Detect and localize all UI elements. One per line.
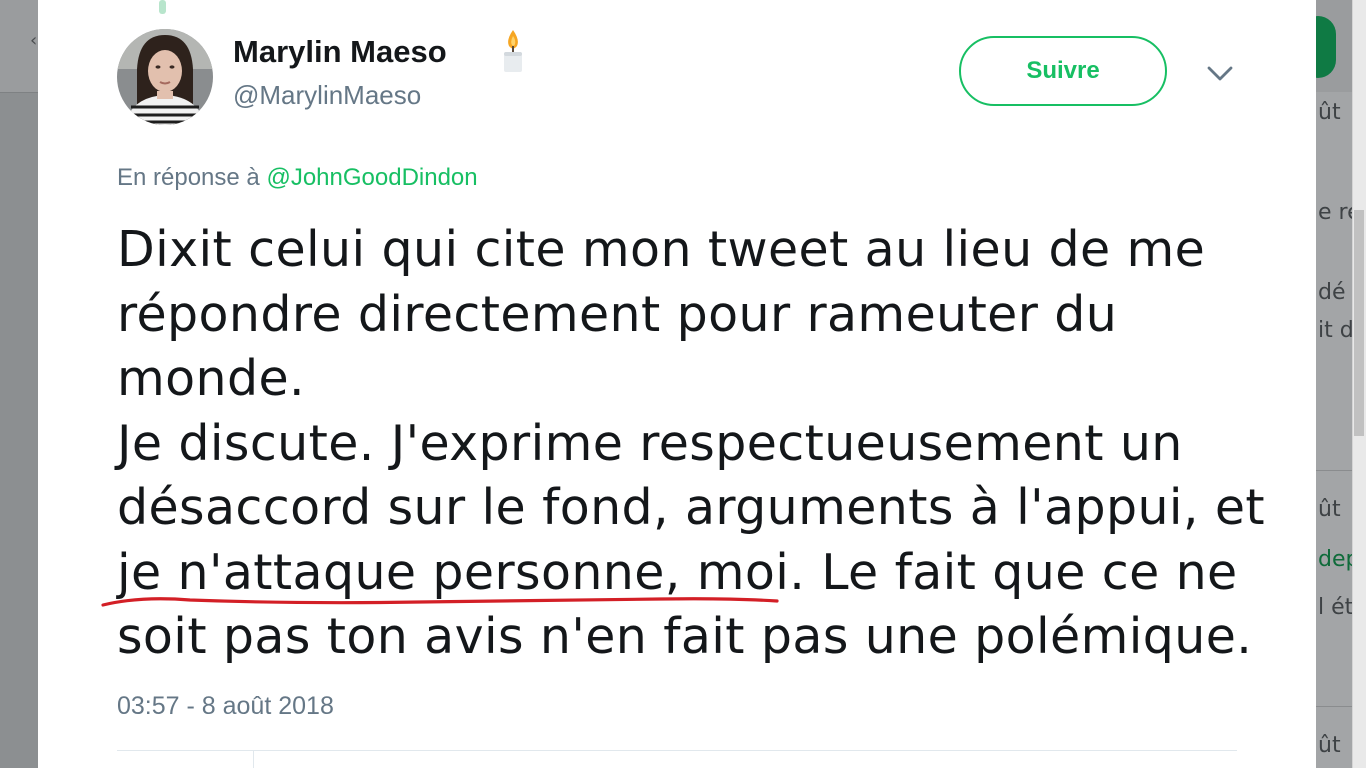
background-fragment: dé xyxy=(1318,280,1346,305)
background-fragment: ût xyxy=(1318,100,1341,125)
tweet-text-line: monde. xyxy=(117,350,305,407)
background-divider xyxy=(1316,470,1352,471)
reply-prefix: En réponse à xyxy=(117,164,260,191)
background-fragment: ût xyxy=(1318,497,1341,522)
chevron-down-icon[interactable] xyxy=(1206,64,1234,84)
tweet-timestamp[interactable]: 03:57 - 8 août 2018 xyxy=(117,692,334,721)
tweet-text-line: Dixit celui qui cite mon tweet au lieu d… xyxy=(117,221,1206,278)
background-divider xyxy=(1316,706,1352,707)
tweet-text-line: Je discute. J'exprime respectueusement u… xyxy=(117,414,1183,472)
background-timeline-panel xyxy=(1316,92,1352,768)
background-back-icon: ‹ xyxy=(30,30,38,51)
candle-emoji-icon xyxy=(504,30,522,72)
avatar[interactable] xyxy=(117,29,213,125)
display-name[interactable]: Marylin Maeso xyxy=(233,34,447,70)
follow-button[interactable]: Suivre xyxy=(959,36,1167,106)
background-fragment: l ét xyxy=(1318,595,1354,620)
background-fragment: ût xyxy=(1318,733,1341,758)
tweet-text-line: désaccord sur le fond, arguments à l'app… xyxy=(117,479,1266,536)
user-handle[interactable]: @MarylinMaeso xyxy=(233,80,421,111)
reply-mention-link[interactable]: @JohnGoodDindon xyxy=(266,164,477,191)
tweet-text-line: répondre directement pour rameuter du xyxy=(117,285,1118,343)
background-fragment: it d xyxy=(1318,318,1354,343)
scrollbar-thumb[interactable] xyxy=(1354,210,1364,436)
action-bar-divider xyxy=(253,751,254,768)
thread-connector xyxy=(159,0,166,14)
red-underline-annotation xyxy=(101,597,779,607)
tweet-text-line: soit pas ton avis n'en fait pas une polé… xyxy=(117,608,1253,665)
avatar-photo xyxy=(117,29,213,125)
divider xyxy=(117,750,1237,751)
reply-context: En réponse à @JohnGoodDindon xyxy=(117,164,478,192)
